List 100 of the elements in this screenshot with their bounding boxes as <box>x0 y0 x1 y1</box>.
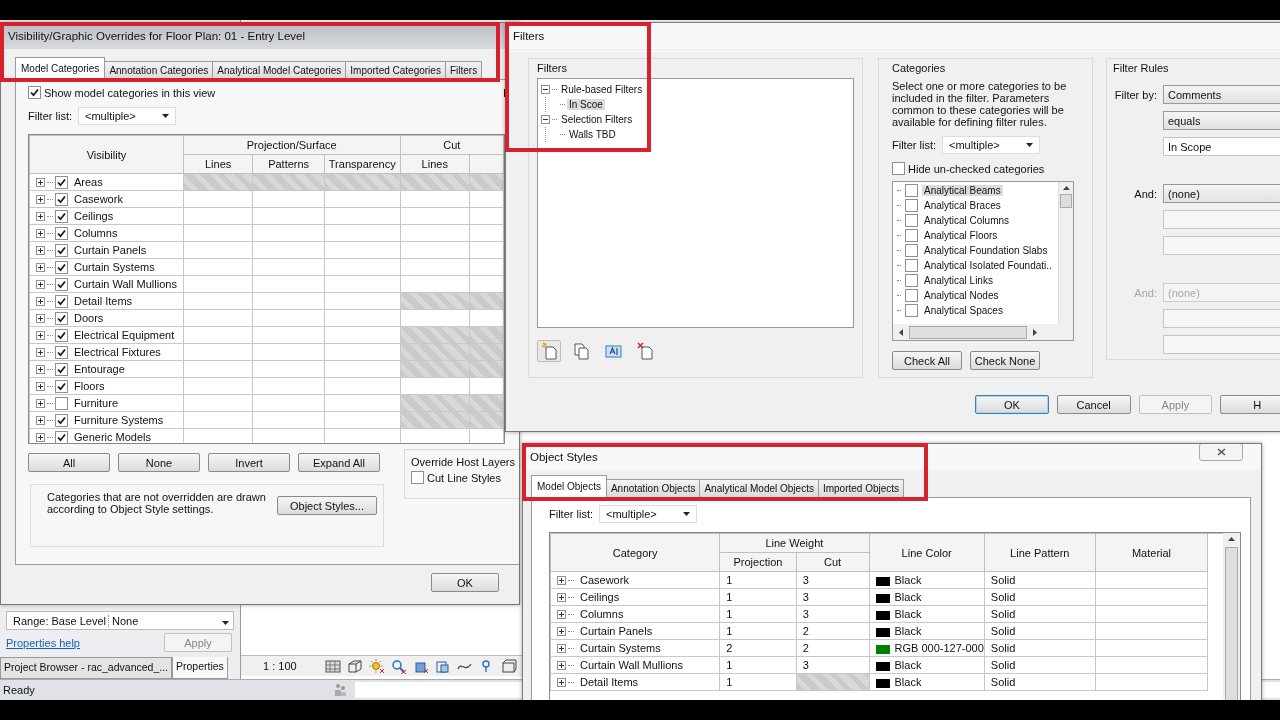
tab[interactable]: Project Browser - rac_advanced_... <box>0 657 172 679</box>
button[interactable]: Expand All <box>298 453 380 472</box>
group-title: Categories <box>892 62 947 74</box>
dropdown[interactable]: <multiple> <box>942 136 1040 154</box>
table-cell[interactable]: 1 <box>719 588 797 606</box>
table-cell[interactable]: Solid <box>984 605 1096 623</box>
table-cell[interactable]: Solid <box>984 571 1096 589</box>
window-title: Visibility/Graphic Overrides for Floor Plan: 01 - Entry Level <box>8 30 305 42</box>
button[interactable]: Invert <box>208 453 290 472</box>
table-cell[interactable]: Solid <box>984 639 1096 657</box>
table-cell[interactable]: Solid <box>984 622 1096 640</box>
dropdown[interactable]: equals <box>1163 111 1280 130</box>
category-name: Detail Items <box>580 676 639 688</box>
table-cell[interactable]: 2 <box>719 639 797 657</box>
category-name: Electrical Equipment <box>74 329 175 341</box>
dropdown[interactable]: <multiple> <box>78 107 176 125</box>
table-cell[interactable]: 3 <box>796 571 869 589</box>
column-header[interactable]: Visibility <box>29 135 184 174</box>
category-name: Curtain Systems <box>74 261 155 273</box>
input-field[interactable]: In Scope <box>1163 137 1280 156</box>
table-cell[interactable]: 1 <box>719 605 797 623</box>
list-item[interactable]: Analytical Braces <box>922 200 1003 211</box>
column-header[interactable]: Material <box>1095 533 1208 572</box>
list-item[interactable]: Analytical Columns <box>922 215 1012 226</box>
table-cell[interactable]: 3 <box>796 656 869 674</box>
category-name: Casework <box>74 193 123 205</box>
table-cell[interactable]: 1 <box>719 571 797 589</box>
tree-item[interactable]: Walls TBD <box>567 129 618 140</box>
table-cell[interactable]: 2 <box>796 622 869 640</box>
category-name: Areas <box>74 176 103 188</box>
table-cell[interactable]: 1 <box>719 656 797 674</box>
column-header[interactable]: Category <box>550 533 720 572</box>
tab[interactable]: Imported Objects <box>817 479 905 497</box>
table-cell[interactable]: Solid <box>984 588 1096 606</box>
color-name: Black <box>894 659 922 671</box>
list-item[interactable]: Analytical Spaces <box>922 305 1005 316</box>
list-item[interactable]: Analytical Links <box>922 275 995 286</box>
color-name: Black <box>894 574 922 586</box>
property-value: None <box>111 614 140 627</box>
help-link[interactable]: Properties help <box>6 636 80 649</box>
button[interactable]: None <box>118 453 200 472</box>
button[interactable]: OK <box>975 395 1049 414</box>
tab[interactable]: Imported Categories <box>345 61 446 79</box>
table-cell[interactable]: 3 <box>796 605 869 623</box>
checkbox-label: Cut Line Styles <box>427 471 501 484</box>
button[interactable]: Check All <box>892 351 962 370</box>
list-item[interactable]: Analytical Foundation Slabs <box>922 245 1050 256</box>
checkbox-label: Hide un-checked categories <box>908 162 1045 175</box>
tree-item[interactable]: In Scoe <box>567 99 605 110</box>
table-cell[interactable]: Solid <box>984 673 1096 691</box>
list-item[interactable]: Analytical Beams <box>922 185 1003 196</box>
category-name: Generic Models <box>74 431 152 443</box>
tab[interactable]: Analytical Model Objects <box>699 479 819 497</box>
tree-item[interactable]: Selection Filters <box>559 114 635 125</box>
list-item[interactable]: Analytical Isolated Foundati.. <box>922 260 1054 271</box>
color-name: Black <box>894 591 922 603</box>
table-cell[interactable]: 3 <box>796 588 869 606</box>
window-title: Object Styles <box>530 451 598 463</box>
scale-label[interactable]: 1 : 100 <box>263 660 297 672</box>
button[interactable]: All <box>28 453 110 472</box>
tab[interactable]: Properties <box>172 657 228 679</box>
table-cell[interactable]: 1 <box>719 673 797 691</box>
button[interactable]: OK <box>431 573 499 592</box>
tab[interactable]: Model Categories <box>15 57 106 79</box>
table-cell[interactable]: 1 <box>719 622 797 640</box>
button[interactable]: Cancel <box>1056 395 1131 414</box>
table-cell[interactable]: 2 <box>796 639 869 657</box>
tab[interactable]: Annotation Categories <box>104 61 214 79</box>
field-label: Filter list: <box>892 139 936 151</box>
button[interactable]: Check None <box>970 351 1040 370</box>
button[interactable]: Object Styles... <box>277 496 377 515</box>
column-header[interactable]: Line Pattern <box>984 533 1096 572</box>
column-header[interactable]: Line Color <box>869 533 985 572</box>
dropdown[interactable]: (none) <box>1163 184 1280 203</box>
tab[interactable]: Filters <box>444 61 483 79</box>
category-name: Furniture Systems <box>74 414 164 426</box>
list-item[interactable]: Analytical Floors <box>922 230 1000 241</box>
category-name: Detail Items <box>74 295 133 307</box>
tab[interactable]: Model Objects <box>531 475 607 497</box>
tree-item[interactable]: Rule-based Filters <box>559 84 645 95</box>
column-header: Projection/Surface <box>183 135 401 155</box>
list-item[interactable]: Analytical Nodes <box>922 290 1001 301</box>
category-name: Curtain Systems <box>580 642 661 654</box>
category-name: Casework <box>580 574 629 586</box>
category-name: Electrical Fixtures <box>74 346 161 358</box>
category-name: Columns <box>74 227 118 239</box>
tab[interactable]: Annotation Objects <box>605 479 701 497</box>
tab[interactable]: Analytical Model Categories <box>212 61 347 79</box>
category-name: Columns <box>580 608 624 620</box>
button[interactable]: H <box>1220 395 1280 414</box>
field-label: And: <box>1133 187 1158 200</box>
field-label: Filter list: <box>28 110 72 122</box>
column-header[interactable]: Line Weight <box>719 533 869 553</box>
category-name: Ceilings <box>580 591 620 603</box>
dropdown[interactable]: Comments <box>1163 85 1280 104</box>
dropdown[interactable]: <multiple> <box>599 505 697 523</box>
table-cell[interactable]: Solid <box>984 656 1096 674</box>
category-name: Floors <box>74 380 105 392</box>
field-label: Filter list: <box>549 508 593 520</box>
field-label: Filter by: <box>1113 88 1158 101</box>
